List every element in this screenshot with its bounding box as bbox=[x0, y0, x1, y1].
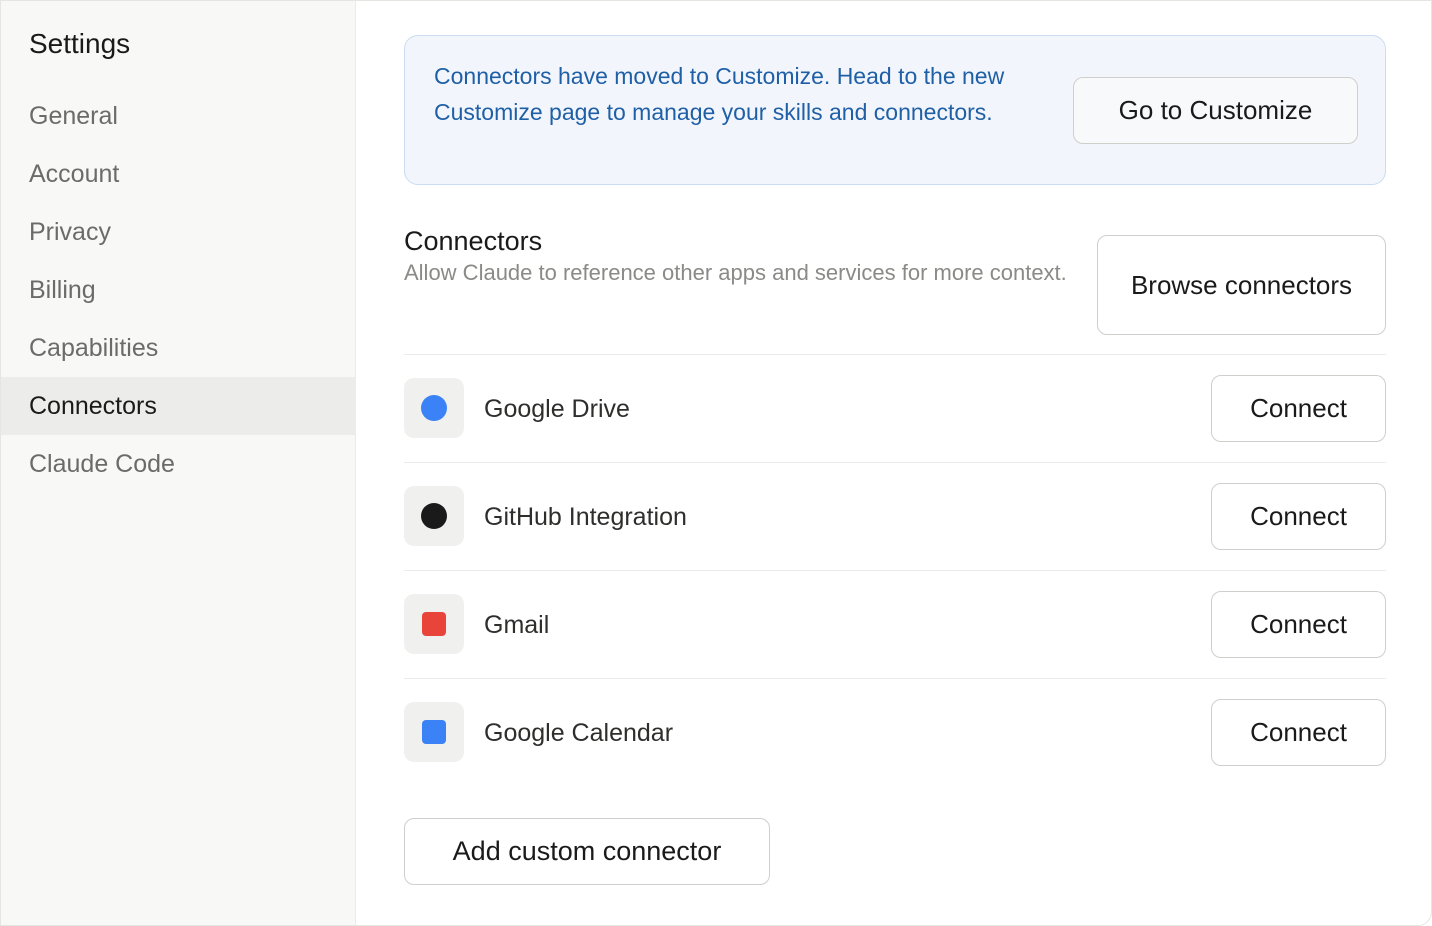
connector-name: Google Calendar bbox=[484, 718, 674, 747]
browse-connectors-button[interactable]: Browse connectors bbox=[1097, 235, 1386, 335]
connector-name: Google Drive bbox=[484, 394, 630, 423]
section-title: Connectors bbox=[404, 226, 543, 256]
connector-row-gmail: Gmail Connect bbox=[404, 571, 1386, 679]
connect-button[interactable]: Connect bbox=[1211, 591, 1386, 658]
google-drive-icon bbox=[404, 378, 464, 438]
settings-window: Settings General Account Privacy Billing… bbox=[0, 0, 1432, 926]
banner-message: Connectors have moved to Customize. Head… bbox=[434, 63, 1005, 125]
sidebar: Settings General Account Privacy Billing… bbox=[1, 1, 356, 925]
connector-name: GitHub Integration bbox=[484, 502, 687, 531]
google-calendar-icon bbox=[404, 702, 464, 762]
sidebar-item-capabilities[interactable]: Capabilities bbox=[1, 319, 355, 377]
go-to-customize-button[interactable]: Go to Customize bbox=[1073, 77, 1358, 144]
sidebar-item-billing[interactable]: Billing bbox=[1, 261, 355, 319]
connect-button[interactable]: Connect bbox=[1211, 375, 1386, 442]
main-content: Connectors have moved to Customize. Head… bbox=[404, 1, 1386, 925]
sidebar-item-privacy[interactable]: Privacy bbox=[1, 203, 355, 261]
sidebar-title: Settings bbox=[29, 28, 131, 59]
connect-button[interactable]: Connect bbox=[1211, 699, 1386, 766]
sidebar-item-general[interactable]: General bbox=[1, 87, 355, 145]
connector-row-github: GitHub Integration Connect bbox=[404, 463, 1386, 571]
sidebar-item-claude-code[interactable]: Claude Code bbox=[1, 435, 355, 493]
sidebar-item-connectors[interactable]: Connectors bbox=[1, 377, 355, 435]
customize-notice-banner: Connectors have moved to Customize. Head… bbox=[404, 35, 1386, 185]
connector-name: Gmail bbox=[484, 610, 550, 639]
section-description: Allow Claude to reference other apps and… bbox=[404, 260, 1067, 285]
add-custom-connector-button[interactable]: Add custom connector bbox=[404, 818, 770, 885]
connector-row-google-calendar: Google Calendar Connect bbox=[404, 679, 1386, 787]
github-icon bbox=[404, 486, 464, 546]
sidebar-item-account[interactable]: Account bbox=[1, 145, 355, 203]
connector-row-google-drive: Google Drive Connect bbox=[404, 355, 1386, 463]
connect-button[interactable]: Connect bbox=[1211, 483, 1386, 550]
gmail-icon bbox=[404, 594, 464, 654]
